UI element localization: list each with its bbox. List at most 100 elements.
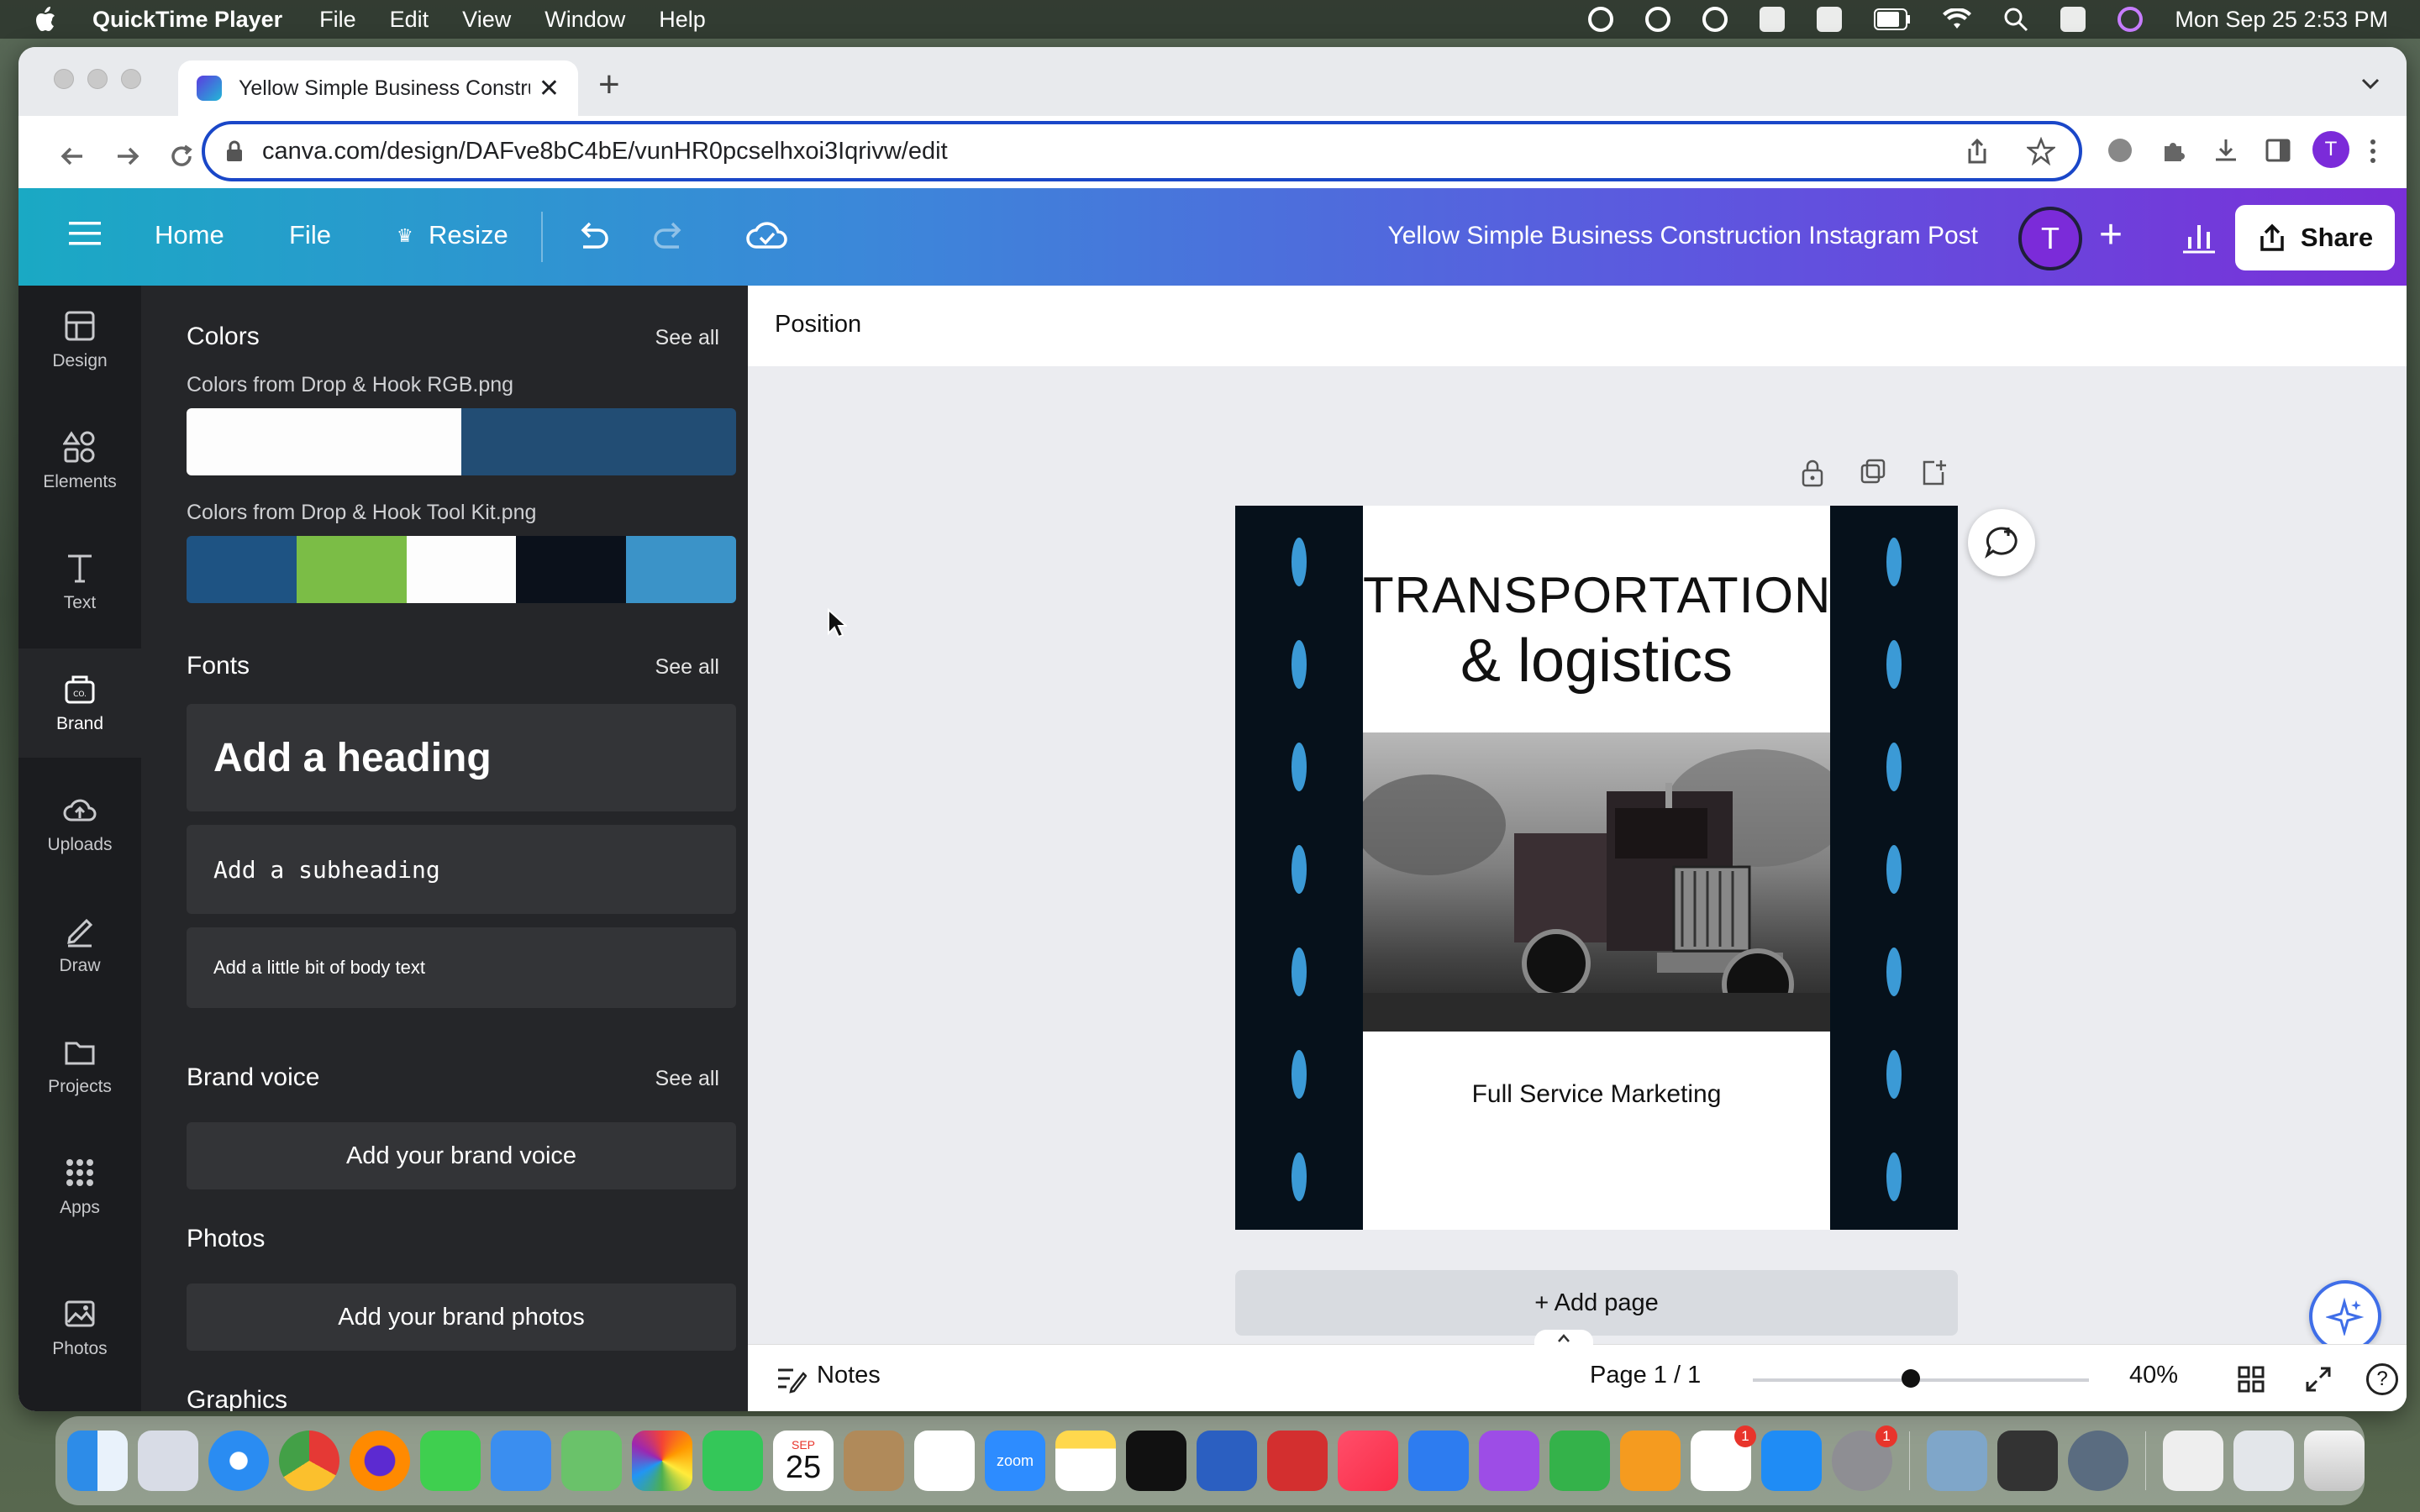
rail-item-uploads[interactable]: Uploads <box>18 769 141 879</box>
window-close-button[interactable] <box>54 69 74 89</box>
finder-dock-icon[interactable] <box>67 1431 128 1491</box>
rail-item-draw[interactable]: Draw <box>18 890 141 1000</box>
system-settings-dock-icon[interactable]: 1 <box>1832 1425 1897 1491</box>
firefox-dock-icon[interactable] <box>350 1431 410 1491</box>
zoom-dock-icon[interactable]: zoom <box>985 1431 1045 1491</box>
truck-photo[interactable] <box>1363 732 1830 1032</box>
fonts-see-all-link[interactable]: See all <box>655 655 719 680</box>
downloads-stack-icon[interactable] <box>2233 1431 2294 1491</box>
page-indicator[interactable]: Page 1 / 1 <box>1590 1362 1701 1389</box>
url-text[interactable]: canva.com/design/DAFve8bC4bE/vunHR0pcsel… <box>262 138 1963 165</box>
color-swatch[interactable] <box>461 408 736 475</box>
color-swatch[interactable] <box>296 536 407 603</box>
rail-item-projects[interactable]: Projects <box>18 1011 141 1121</box>
mail-dock-icon[interactable] <box>491 1431 551 1491</box>
design-canvas[interactable]: TRANSPORTATION & logistics Full Service … <box>1235 506 1958 1230</box>
browser-menu-kebab-icon[interactable] <box>2368 138 2378 165</box>
design-title[interactable]: Yellow Simple Business Construction Inst… <box>1387 222 1978 250</box>
home-link[interactable]: Home <box>155 220 224 250</box>
brand-voice-see-all-link[interactable]: See all <box>655 1067 719 1091</box>
new-tab-button[interactable]: + <box>598 64 620 106</box>
file-menu-button[interactable]: File <box>289 220 331 250</box>
color-swatch[interactable] <box>626 536 736 603</box>
user-avatar[interactable]: T <box>2018 207 2082 270</box>
hamburger-menu-icon[interactable] <box>69 220 101 247</box>
screen-record-icon[interactable] <box>1588 7 1614 32</box>
messages-dock-icon[interactable] <box>420 1431 481 1491</box>
window-zoom-button[interactable] <box>121 69 141 89</box>
redo-icon[interactable] <box>650 218 689 255</box>
menu-file[interactable]: File <box>319 7 356 33</box>
calculator-dock-icon[interactable] <box>1997 1431 2058 1491</box>
app-store-dock-icon[interactable] <box>1761 1431 1822 1491</box>
siri-icon[interactable] <box>2118 7 2144 32</box>
wifi-icon[interactable] <box>1943 8 1972 30</box>
menu-edit[interactable]: Edit <box>390 7 429 33</box>
notes-dock-icon[interactable] <box>1055 1431 1116 1491</box>
duplicate-page-icon[interactable] <box>1857 457 1889 489</box>
extensions-puzzle-icon[interactable] <box>2160 136 2188 165</box>
notes-icon[interactable] <box>775 1363 807 1394</box>
word-dock-icon[interactable] <box>1197 1431 1257 1491</box>
apple-tv-dock-icon[interactable] <box>1126 1431 1186 1491</box>
share-page-icon[interactable] <box>1963 137 1991 165</box>
invite-plus-button[interactable]: + <box>2099 212 2123 258</box>
share-button[interactable]: Share <box>2235 205 2395 270</box>
grammarly-extension-icon[interactable] <box>2106 136 2134 165</box>
pages-dock-icon[interactable] <box>1620 1431 1681 1491</box>
insights-chart-icon[interactable] <box>2180 218 2218 255</box>
notes-button[interactable]: Notes <box>817 1362 881 1389</box>
color-swatch[interactable] <box>516 536 627 603</box>
spotlight-search-icon[interactable] <box>2003 7 2028 32</box>
add-body-text-card[interactable]: Add a little bit of body text <box>187 927 736 1008</box>
resize-button[interactable]: Resize <box>429 220 508 250</box>
side-panel-icon[interactable] <box>2264 136 2292 165</box>
safari-dock-icon[interactable] <box>208 1431 269 1491</box>
recent-window-thumbnail[interactable] <box>2163 1431 2223 1491</box>
bookmark-star-icon[interactable] <box>2027 137 2055 165</box>
reminders-dock-icon[interactable] <box>914 1431 975 1491</box>
grid-view-icon[interactable] <box>2237 1365 2265 1394</box>
rail-item-design[interactable]: Design <box>18 286 141 395</box>
help-button[interactable]: ? <box>2366 1363 2398 1395</box>
control-center-icon[interactable] <box>2060 7 2086 32</box>
chrome-dock-icon[interactable] <box>279 1431 339 1491</box>
facetime-video-icon[interactable] <box>1760 7 1786 32</box>
acrobat-dock-icon[interactable] <box>1267 1431 1328 1491</box>
add-subheading-card[interactable]: Add a subheading <box>187 825 736 914</box>
slack-dock-icon[interactable]: 1 <box>1691 1425 1756 1491</box>
zoom-percentage[interactable]: 40% <box>2129 1362 2178 1389</box>
photos-dock-icon[interactable] <box>632 1431 692 1491</box>
maps-dock-icon[interactable] <box>561 1431 622 1491</box>
rail-item-photos[interactable]: Photos <box>18 1273 141 1383</box>
preview-icon[interactable] <box>1817 7 1843 32</box>
menu-window[interactable]: Window <box>544 7 625 33</box>
trash-dock-icon[interactable] <box>2304 1431 2365 1491</box>
add-page-button[interactable]: + Add page <box>1235 1270 1958 1336</box>
browser-profile-avatar[interactable]: T <box>2312 131 2349 168</box>
battery-icon[interactable] <box>1874 8 1911 30</box>
add-page-icon[interactable] <box>1918 457 1949 489</box>
position-button[interactable]: Position <box>775 311 861 338</box>
browser-tab-active[interactable]: Yellow Simple Business Construction Inst… <box>178 60 578 116</box>
headline-text-line1[interactable]: TRANSPORTATION <box>1363 566 1830 624</box>
rail-item-apps[interactable]: Apps <box>18 1132 141 1242</box>
forward-arrow-icon[interactable] <box>111 139 145 173</box>
menu-view[interactable]: View <box>462 7 511 33</box>
menu-help[interactable]: Help <box>659 7 706 33</box>
tab-close-icon[interactable]: ✕ <box>539 74 560 103</box>
zoom-slider-thumb[interactable] <box>1902 1369 1920 1388</box>
menubar-clock[interactable]: Mon Sep 25 2:53 PM <box>2175 7 2388 33</box>
quicktime-dock-icon[interactable] <box>2068 1431 2128 1491</box>
keynote-dock-icon[interactable] <box>1408 1431 1469 1491</box>
colors-see-all-link[interactable]: See all <box>655 326 719 350</box>
fullscreen-icon[interactable] <box>2304 1365 2333 1394</box>
menu-app-name[interactable]: QuickTime Player <box>92 7 282 33</box>
calendar-dock-icon[interactable]: SEP 25 <box>773 1431 834 1491</box>
apple-logo-icon[interactable] <box>32 5 57 34</box>
launchpad-dock-icon[interactable] <box>138 1431 198 1491</box>
rail-item-elements[interactable]: Elements <box>18 407 141 516</box>
preview-dock-icon[interactable] <box>1927 1431 1987 1491</box>
reload-icon[interactable] <box>165 139 198 173</box>
rail-item-brand[interactable]: CO. Brand <box>18 648 141 758</box>
